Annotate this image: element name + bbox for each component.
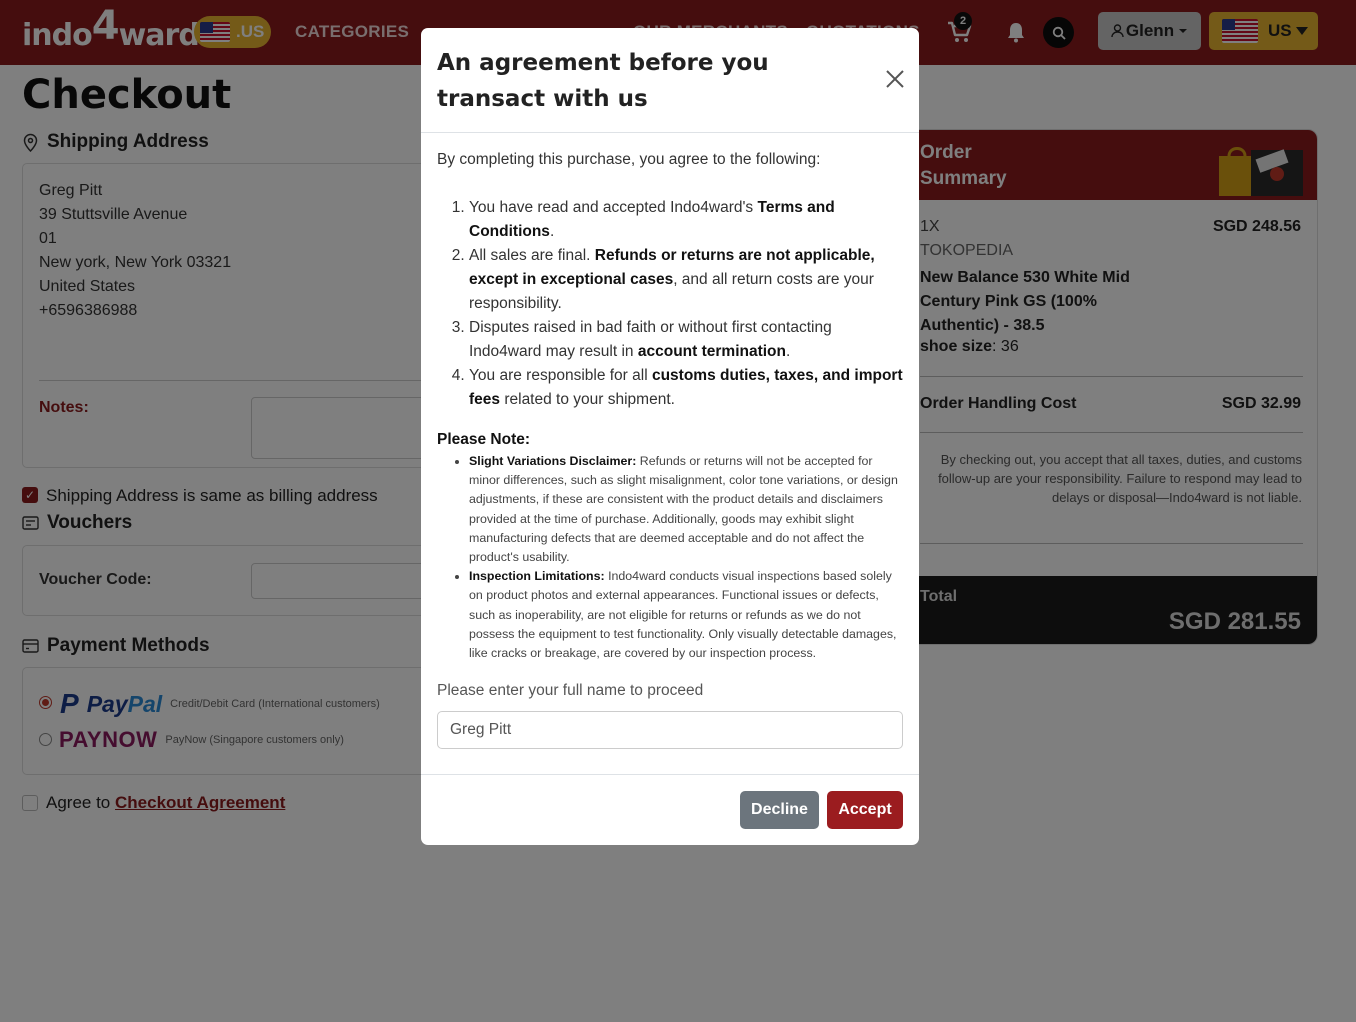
modal-body: By completing this purchase, you agree t… bbox=[437, 148, 903, 750]
term-text: You are responsible for all bbox=[469, 367, 652, 384]
note-title: Slight Variations Disclaimer: bbox=[469, 454, 637, 468]
term-text: All sales are final. bbox=[469, 247, 595, 264]
term-text: related to your shipment. bbox=[500, 391, 675, 408]
accept-button[interactable]: Accept bbox=[827, 791, 903, 829]
decline-button[interactable]: Decline bbox=[740, 791, 819, 829]
close-icon[interactable] bbox=[884, 68, 906, 90]
full-name-input[interactable]: Greg Pitt bbox=[437, 711, 903, 750]
term-item: You are responsible for all customs duti… bbox=[469, 364, 903, 412]
term-text: You have read and accepted Indo4ward's bbox=[469, 199, 758, 216]
note-item: Slight Variations Disclaimer: Refunds or… bbox=[469, 452, 903, 567]
agreement-modal: An agreement before you transact with us… bbox=[421, 28, 919, 845]
term-text: . bbox=[786, 343, 791, 360]
note-item: Inspection Limitations: Indo4ward conduc… bbox=[469, 567, 903, 663]
term-text: . bbox=[549, 223, 555, 240]
modal-header: An agreement before you transact with us bbox=[421, 28, 919, 133]
term-item: All sales are final. Refunds or returns … bbox=[469, 244, 903, 316]
notes-list: Slight Variations Disclaimer: Refunds or… bbox=[437, 452, 903, 663]
please-note-title: Please Note: bbox=[437, 431, 531, 448]
modal-footer: Decline Accept bbox=[421, 774, 919, 845]
agreement-intro: By completing this purchase, you agree t… bbox=[437, 151, 821, 168]
note-title: Inspection Limitations: bbox=[469, 569, 605, 584]
agreement-terms-list: You have read and accepted Indo4ward's T… bbox=[437, 196, 903, 412]
modal-title: An agreement before you transact with us bbox=[437, 50, 769, 112]
term-item: You have read and accepted Indo4ward's T… bbox=[469, 196, 903, 244]
term-emphasis: account termination bbox=[637, 343, 786, 360]
term-item: Disputes raised in bad faith or without … bbox=[469, 316, 903, 364]
note-text: Refunds or returns will not be accepted … bbox=[469, 454, 898, 565]
full-name-prompt: Please enter your full name to proceed bbox=[437, 682, 704, 700]
